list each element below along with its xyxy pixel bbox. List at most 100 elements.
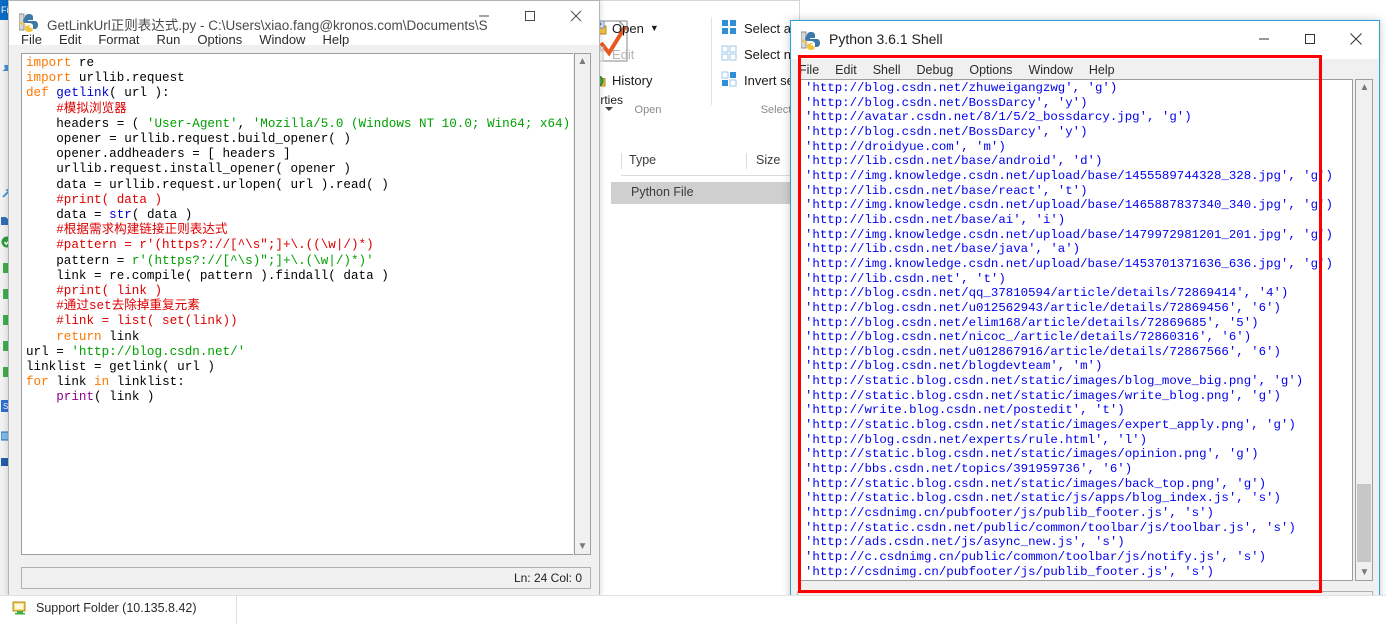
code-line: #模拟浏览器 [56, 101, 127, 116]
shell-output-line: 'http://blog.csdn.net/zhuweigangzwg', 'g… [805, 81, 1118, 95]
code-line: url = 'http://blog.csdn.net/' [26, 344, 246, 359]
code-line: #通过set去除掉重复元素 [56, 299, 200, 314]
shell-output-line: 'http://static.blog.csdn.net/static/imag… [805, 476, 1267, 491]
shell-output-line: 'http://droidyue.com', 'm') [805, 139, 1006, 154]
shell-output-line: 'http://lib.csdn.net/base/react', 't') [805, 183, 1088, 198]
code-line: linklist = getlink( url ) [26, 360, 215, 375]
close-button[interactable] [553, 1, 599, 31]
shell-output-text: 'http://blog.csdn.net/zhuweigangzwg', 'g… [805, 81, 1352, 580]
shell-scrollbar[interactable]: ▲ ▼ [1355, 79, 1373, 581]
minimize-button[interactable] [461, 1, 507, 31]
select-all-icon [721, 19, 739, 37]
code-line: #print( link ) [56, 284, 163, 299]
code-line: def getlink( url ): [26, 86, 170, 101]
shell-output-line: 'http://static.csdn.net/public/common/to… [805, 520, 1296, 535]
menu-item-debug[interactable]: Debug [917, 63, 954, 77]
editor-scrollbar[interactable]: ▲ ▼ [574, 53, 591, 555]
scroll-down-icon[interactable]: ▼ [575, 539, 590, 554]
taskbar-divider [236, 596, 237, 624]
editor-cursor-position: Ln: 24 Col: 0 [513, 571, 582, 585]
column-header-size[interactable]: Size [756, 153, 780, 167]
code-line: headers = ( 'User-Agent', 'Mozilla/5.0 (… [26, 116, 571, 131]
scroll-down-icon[interactable]: ▼ [1357, 565, 1372, 580]
shell-output-line: 'http://blog.csdn.net/experts/rule.html'… [805, 432, 1148, 447]
menu-item-file[interactable]: File [799, 63, 819, 77]
ribbon-open-label: Open [612, 20, 644, 36]
shell-output-line: 'http://lib.csdn.net/base/java', 'a') [805, 242, 1081, 257]
shell-output-line: 'http://static.blog.csdn.net/static/imag… [805, 447, 1259, 462]
code-line: for link in linklist: [26, 375, 185, 390]
desktop-background: perties Open ▼ Edit History Open Select … [0, 0, 1386, 624]
editor-menubar: File Edit Format Run Options Window Help [9, 27, 349, 51]
shell-output-line: 'http://write.blog.csdn.net/postedit', '… [805, 403, 1125, 418]
shell-output-line: 'http://avatar.csdn.net/8/1/5/2_bossdarc… [805, 110, 1192, 125]
taskbar-item-label: Support Folder (10.135.8.42) [36, 601, 197, 615]
code-line: urllib.request.install_opener( opener ) [26, 162, 351, 177]
shell-output-line: 'http://static.blog.csdn.net/static/imag… [805, 388, 1281, 403]
close-icon [1350, 33, 1362, 45]
code-line: opener.addheaders = [ headers ] [26, 147, 291, 162]
open-caret-icon[interactable]: ▼ [650, 23, 659, 33]
shell-output-line: 'http://ads.csdn.net/js/async_new.js', '… [805, 535, 1125, 550]
maximize-button[interactable] [507, 1, 553, 31]
taskbar: Support Folder (10.135.8.42) [0, 595, 1386, 624]
ribbon-divider [711, 17, 712, 105]
ribbon-history-label: History [612, 72, 653, 88]
shell-output-line: 'http://img.knowledge.csdn.net/upload/ba… [805, 227, 1333, 242]
shell-output-line: 'http://static.blog.csdn.net/static/imag… [805, 374, 1304, 389]
menu-item-options[interactable]: Options [197, 32, 242, 47]
editor-titlebar[interactable]: GetLinkUrl正则表达式.py - C:\Users\xiao.fang@… [9, 1, 599, 47]
ribbon-history-button[interactable]: History [589, 67, 707, 93]
code-line: #link = list( set(link)) [56, 314, 238, 329]
idle-editor-window[interactable]: GetLinkUrl正则表达式.py - C:\Users\xiao.fang@… [8, 0, 600, 600]
column-divider [746, 153, 747, 169]
editor-text-area[interactable]: import re import urllib.request def getlin… [21, 53, 573, 555]
column-header-type[interactable]: Type [629, 153, 656, 167]
close-button[interactable] [1333, 24, 1379, 54]
shell-output-line: 'http://blog.csdn.net/BossDarcy', 'y') [805, 124, 1088, 139]
menu-item-window[interactable]: Window [259, 32, 305, 47]
menu-item-help[interactable]: Help [1089, 63, 1115, 77]
minimize-button[interactable] [1241, 24, 1287, 54]
code-line: return link [56, 329, 140, 344]
scrollbar-thumb[interactable] [1357, 484, 1371, 562]
menu-item-help[interactable]: Help [322, 32, 349, 47]
ribbon-group-open: Open ▼ Edit History Open [589, 13, 707, 118]
shell-output-line: 'http://c.csdnimg.cn/public/common/toolb… [805, 550, 1267, 564]
shell-output-line: 'http://static.blog.csdn.net/static/imag… [805, 418, 1296, 433]
scroll-up-icon[interactable]: ▲ [575, 54, 590, 69]
shell-output-line: 'http://blog.csdn.net/nicoc_/article/det… [805, 330, 1252, 345]
invert-selection-icon [721, 71, 739, 89]
close-icon [570, 10, 582, 22]
minimize-icon [479, 15, 489, 17]
shell-title-text: Python 3.6.1 Shell [829, 31, 943, 47]
python-shell-window[interactable]: Python 3.6.1 Shell File Edit Shell Debug… [790, 20, 1380, 620]
menu-item-window[interactable]: Window [1028, 63, 1072, 77]
menu-item-shell[interactable]: Shell [873, 63, 901, 77]
shell-output-area[interactable]: 'http://blog.csdn.net/zhuweigangzwg', 'g… [799, 79, 1353, 581]
menu-item-edit[interactable]: Edit [835, 63, 857, 77]
menu-item-edit[interactable]: Edit [59, 32, 81, 47]
ribbon-group-open-title: Open [634, 104, 662, 116]
menu-item-options[interactable]: Options [969, 63, 1012, 77]
code-line: pattern = r'(https?://[^\s)";]+\.(\w|/)*… [26, 253, 374, 268]
shell-output-line: 'http://csdnimg.cn/pubfooter/js/publib_f… [805, 506, 1214, 521]
shell-output-line: 'http://img.knowledge.csdn.net/upload/ba… [805, 168, 1333, 183]
select-all-label: Select all [744, 20, 797, 36]
shell-output-line: 'http://csdnimg.cn/pubfooter/js/publib_f… [805, 564, 1214, 579]
menu-item-run[interactable]: Run [157, 32, 181, 47]
shell-output-line: 'http://blog.csdn.net/blogdevteam', 'm') [805, 359, 1103, 374]
menu-item-format[interactable]: Format [98, 32, 139, 47]
code-line: import urllib.request [26, 71, 185, 86]
code-line: #根据需求构建链接正则表达式 [56, 223, 228, 238]
maximize-button[interactable] [1287, 24, 1333, 54]
table-row[interactable]: Python File [611, 182, 801, 204]
shell-menubar: File Edit Shell Debug Options Window Hel… [799, 61, 1115, 79]
scroll-up-icon[interactable]: ▲ [1357, 80, 1372, 95]
shell-titlebar[interactable]: Python 3.6.1 Shell [791, 21, 1379, 59]
taskbar-item-support-folder[interactable]: Support Folder (10.135.8.42) [12, 600, 197, 616]
code-line: data = str( data ) [26, 208, 193, 223]
menu-item-file[interactable]: File [21, 32, 42, 47]
ribbon-open-button[interactable]: Open ▼ [589, 15, 707, 41]
code-line: import re [26, 56, 95, 70]
